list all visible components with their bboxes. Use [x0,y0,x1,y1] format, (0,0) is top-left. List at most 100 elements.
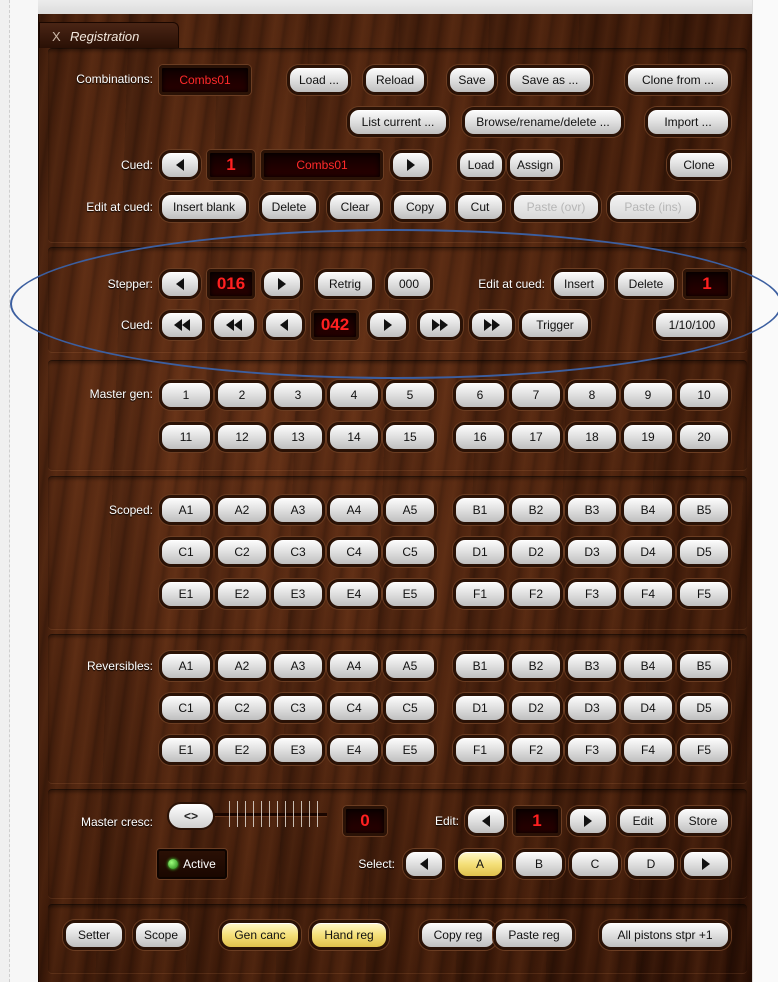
scoped-button[interactable]: B3 [565,495,619,525]
reversibles-button[interactable]: D2 [509,693,563,723]
hand-reg-button[interactable]: Hand reg [309,920,389,950]
select-next-button[interactable] [681,849,731,879]
master-gen-button[interactable]: 14 [327,422,381,452]
master-gen-button[interactable]: 7 [509,380,563,410]
scoped-button[interactable]: F1 [453,579,507,609]
cued-back-100-button[interactable] [211,310,257,340]
scoped-button[interactable]: A1 [159,495,213,525]
scoped-button[interactable]: E1 [159,579,213,609]
import-button[interactable]: Import ... [645,107,731,137]
browse-rename-delete-button[interactable]: Browse/rename/delete ... [462,107,624,137]
scoped-button[interactable]: F5 [677,579,731,609]
cued-forward-button[interactable] [367,310,409,340]
scoped-button[interactable]: D5 [677,537,731,567]
cued-first-button[interactable] [159,310,205,340]
scoped-button[interactable]: C3 [271,537,325,567]
scoped-button[interactable]: F4 [621,579,675,609]
scoped-button[interactable]: B4 [621,495,675,525]
scoped-button[interactable]: C5 [383,537,437,567]
master-gen-button[interactable]: 20 [677,422,731,452]
master-gen-button[interactable]: 11 [159,422,213,452]
reversibles-button[interactable]: C5 [383,693,437,723]
reversibles-button[interactable]: F5 [677,735,731,765]
scoped-button[interactable]: D3 [565,537,619,567]
master-gen-button[interactable]: 6 [453,380,507,410]
reversibles-button[interactable]: D4 [621,693,675,723]
select-prev-button[interactable] [403,849,445,879]
cued-back-button[interactable] [263,310,305,340]
scoped-button[interactable]: F3 [565,579,619,609]
scoped-button[interactable]: B5 [677,495,731,525]
reversibles-button[interactable]: F1 [453,735,507,765]
master-gen-button[interactable]: 18 [565,422,619,452]
cued-load-button[interactable]: Load [457,150,505,180]
reversibles-button[interactable]: B4 [621,651,675,681]
scoped-button[interactable]: B2 [509,495,563,525]
master-gen-button[interactable]: 16 [453,422,507,452]
insert-blank-button[interactable]: Insert blank [159,192,249,222]
reversibles-button[interactable]: B5 [677,651,731,681]
clear-button[interactable]: Clear [327,192,383,222]
reversibles-button[interactable]: A5 [383,651,437,681]
cresc-edit-prev-button[interactable] [465,806,507,836]
master-gen-button[interactable]: 17 [509,422,563,452]
clone-from-button[interactable]: Clone from ... [625,65,731,95]
reversibles-button[interactable]: E1 [159,735,213,765]
step-size-button[interactable]: 1/10/100 [653,310,731,340]
stepper-next-button[interactable] [261,269,303,299]
reversibles-button[interactable]: B2 [509,651,563,681]
paste-ins-button[interactable]: Paste (ins) [607,192,699,222]
paste-reg-button[interactable]: Paste reg [493,920,575,950]
master-gen-button[interactable]: 12 [215,422,269,452]
cued-prev-button[interactable] [159,150,201,180]
gen-canc-button[interactable]: Gen canc [219,920,301,950]
scoped-button[interactable]: A4 [327,495,381,525]
scoped-button[interactable]: D4 [621,537,675,567]
reversibles-button[interactable]: E5 [383,735,437,765]
cued-last-button[interactable] [469,310,515,340]
reversibles-button[interactable]: B1 [453,651,507,681]
all-pistons-button[interactable]: All pistons stpr +1 [599,920,731,950]
cued-forward-100-button[interactable] [417,310,463,340]
reversibles-button[interactable]: D5 [677,693,731,723]
reload-button[interactable]: Reload [363,65,427,95]
scoped-button[interactable]: A2 [215,495,269,525]
reversibles-button[interactable]: F3 [565,735,619,765]
retrig-button[interactable]: Retrig [315,269,375,299]
reversibles-button[interactable]: E4 [327,735,381,765]
master-gen-button[interactable]: 4 [327,380,381,410]
master-gen-button[interactable]: 8 [565,380,619,410]
reversibles-button[interactable]: C2 [215,693,269,723]
cut-button[interactable]: Cut [455,192,505,222]
reversibles-button[interactable]: A2 [215,651,269,681]
master-gen-button[interactable]: 2 [215,380,269,410]
master-gen-button[interactable]: 13 [271,422,325,452]
master-gen-button[interactable]: 15 [383,422,437,452]
master-gen-button[interactable]: 5 [383,380,437,410]
reversibles-button[interactable]: D1 [453,693,507,723]
stepper-prev-button[interactable] [159,269,201,299]
paste-ovr-button[interactable]: Paste (ovr) [511,192,601,222]
setter-button[interactable]: Setter [63,920,125,950]
scoped-button[interactable]: F2 [509,579,563,609]
select-d-button[interactable]: D [625,849,677,879]
scoped-button[interactable]: A3 [271,495,325,525]
copy-button[interactable]: Copy [391,192,449,222]
master-gen-button[interactable]: 3 [271,380,325,410]
reversibles-button[interactable]: A4 [327,651,381,681]
cresc-edit-button[interactable]: Edit [617,806,669,836]
scoped-button[interactable]: E3 [271,579,325,609]
scoped-button[interactable]: C4 [327,537,381,567]
scoped-button[interactable]: E2 [215,579,269,609]
list-current-button[interactable]: List current ... [347,107,449,137]
cued-next-button[interactable] [390,150,432,180]
reversibles-button[interactable]: E3 [271,735,325,765]
scoped-button[interactable]: A5 [383,495,437,525]
scoped-button[interactable]: C2 [215,537,269,567]
scoped-button[interactable]: E5 [383,579,437,609]
reversibles-button[interactable]: C4 [327,693,381,723]
scoped-button[interactable]: B1 [453,495,507,525]
master-cresc-slider[interactable]: <> [167,799,337,835]
save-as-button[interactable]: Save as ... [507,65,593,95]
reversibles-button[interactable]: D3 [565,693,619,723]
